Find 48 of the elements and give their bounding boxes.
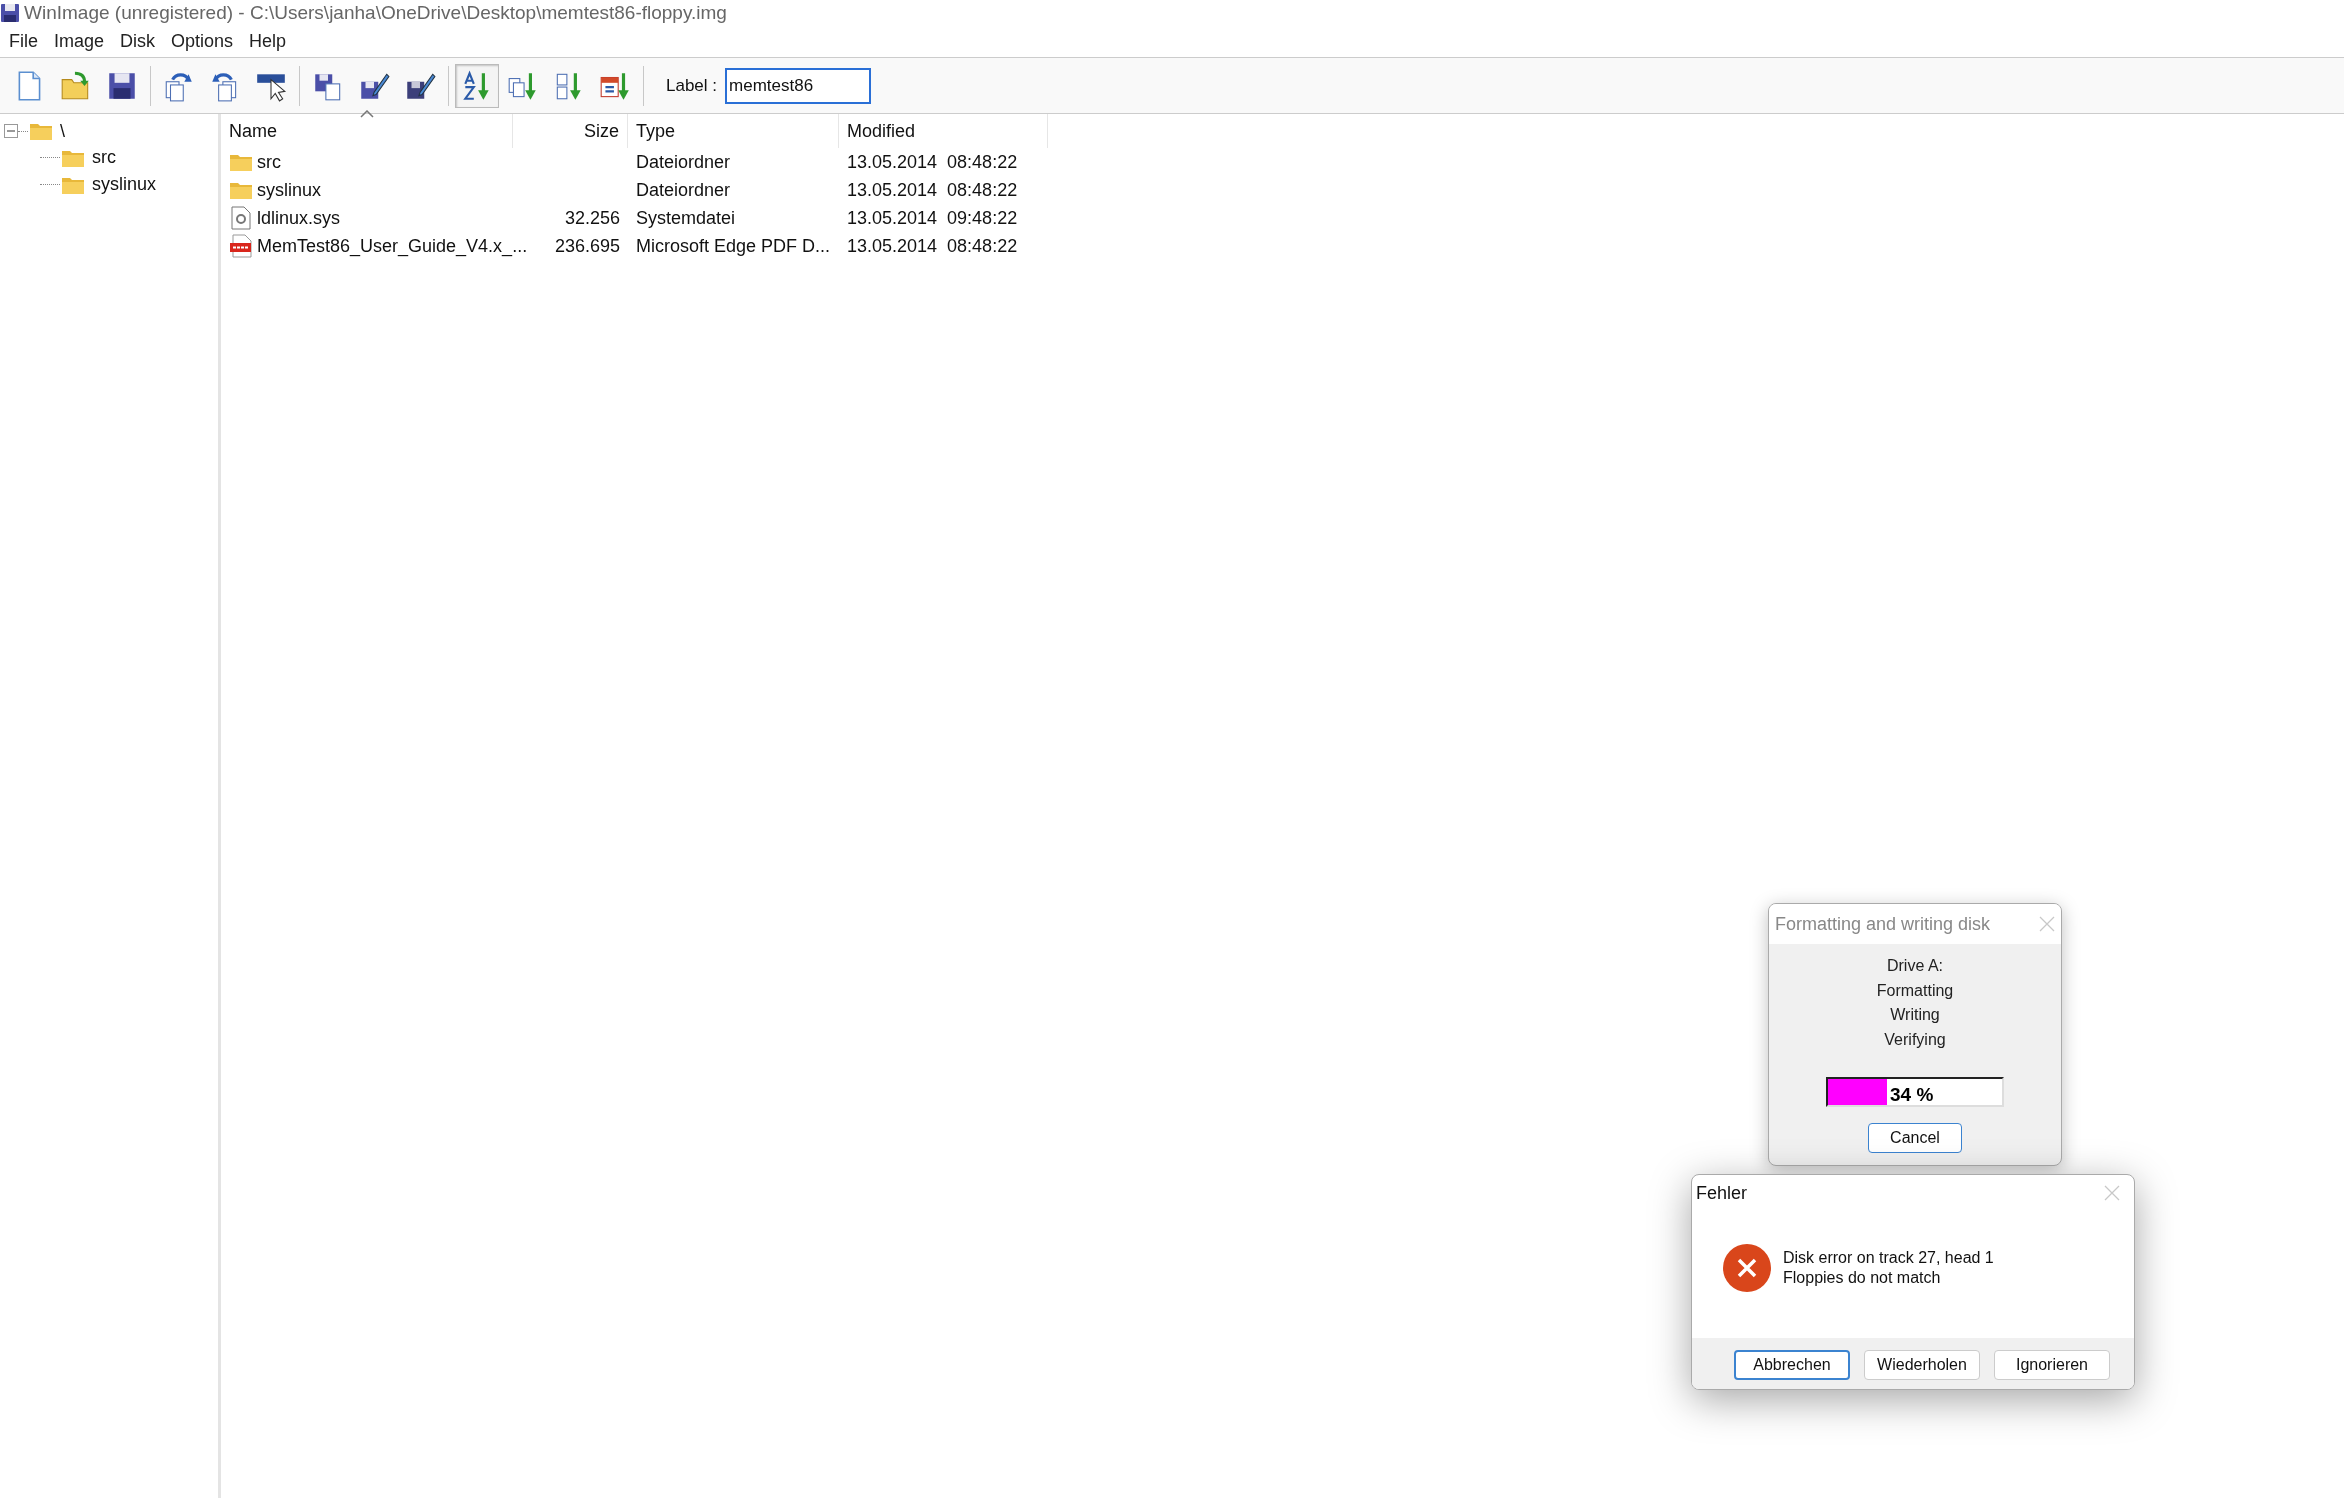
cancel-button[interactable]: Cancel	[1868, 1123, 1962, 1153]
dialog-button[interactable]: Wiederholen	[1864, 1349, 1980, 1380]
collapse-toggle-icon[interactable]	[4, 124, 18, 138]
menu-item[interactable]: File	[2, 28, 45, 55]
dialog-button[interactable]: Abbrechen	[1734, 1349, 1850, 1380]
progress-percent: 34 %	[1890, 1083, 1934, 1107]
dialog-button[interactable]: Ignorieren	[1994, 1349, 2110, 1380]
column-header[interactable]: Name	[221, 114, 513, 148]
file-size: 236.695	[554, 235, 620, 256]
file-name[interactable]: ldlinux.sys	[257, 204, 341, 232]
file-size: 32.256	[564, 207, 620, 228]
menu-item[interactable]: Options	[164, 28, 241, 55]
sort-az-icon[interactable]	[455, 63, 499, 108]
menu-item[interactable]: Disk	[113, 28, 163, 55]
file-name[interactable]: src	[257, 148, 281, 176]
column-header[interactable]: Type	[628, 114, 839, 148]
floppy-icon	[0, 3, 20, 23]
status-text: Formatting	[1876, 980, 1954, 1001]
window-title: WinImage (unregistered) - C:\Users\janha\OneDrive\Desktop\memtest86-floppy.img	[24, 0, 727, 25]
tree-item[interactable]: syslinux	[92, 171, 157, 198]
file-type: Dateiordner	[636, 151, 731, 172]
file-modified: 13.05.2014 08:48:22	[847, 151, 1018, 172]
menu-item[interactable]: Help	[242, 28, 294, 55]
file-modified: 13.05.2014 08:48:22	[847, 179, 1018, 200]
file-type: Systemdatei	[636, 207, 736, 228]
column-header[interactable]: Modified	[839, 114, 1048, 148]
sort-chevron-icon	[360, 110, 374, 118]
status-text: Verifying	[1884, 1029, 1946, 1050]
file-modified: 13.05.2014 09:48:22	[847, 207, 1018, 228]
dialog-title: Fehler	[1696, 1181, 1748, 1205]
file-type: Dateiordner	[636, 179, 731, 200]
column-header[interactable]: Size	[513, 114, 628, 148]
tree-item[interactable]: \	[60, 117, 65, 145]
dialog-title: Formatting and writing disk	[1775, 912, 1991, 936]
error-message: Floppies do not match	[1783, 1267, 1942, 1288]
file-type: Microsoft Edge PDF D...	[636, 235, 831, 256]
label-input[interactable]: memtest86	[725, 67, 872, 104]
status-text: Writing	[1890, 1005, 1940, 1025]
pdf-file-icon	[229, 234, 253, 258]
error-message: Disk error on track 27, head 1	[1783, 1247, 1994, 1268]
error-icon	[1723, 1243, 1771, 1292]
file-name[interactable]: MemTest86_User_Guide_V4.x_...	[257, 232, 528, 260]
file-modified: 13.05.2014 08:48:22	[847, 235, 1018, 256]
label-caption: Label :	[666, 74, 718, 97]
status-text: Drive A:	[1887, 956, 1943, 976]
menu-item[interactable]: Image	[47, 28, 112, 55]
file-name[interactable]: syslinux	[257, 176, 322, 204]
tree-item[interactable]: src	[92, 144, 116, 171]
